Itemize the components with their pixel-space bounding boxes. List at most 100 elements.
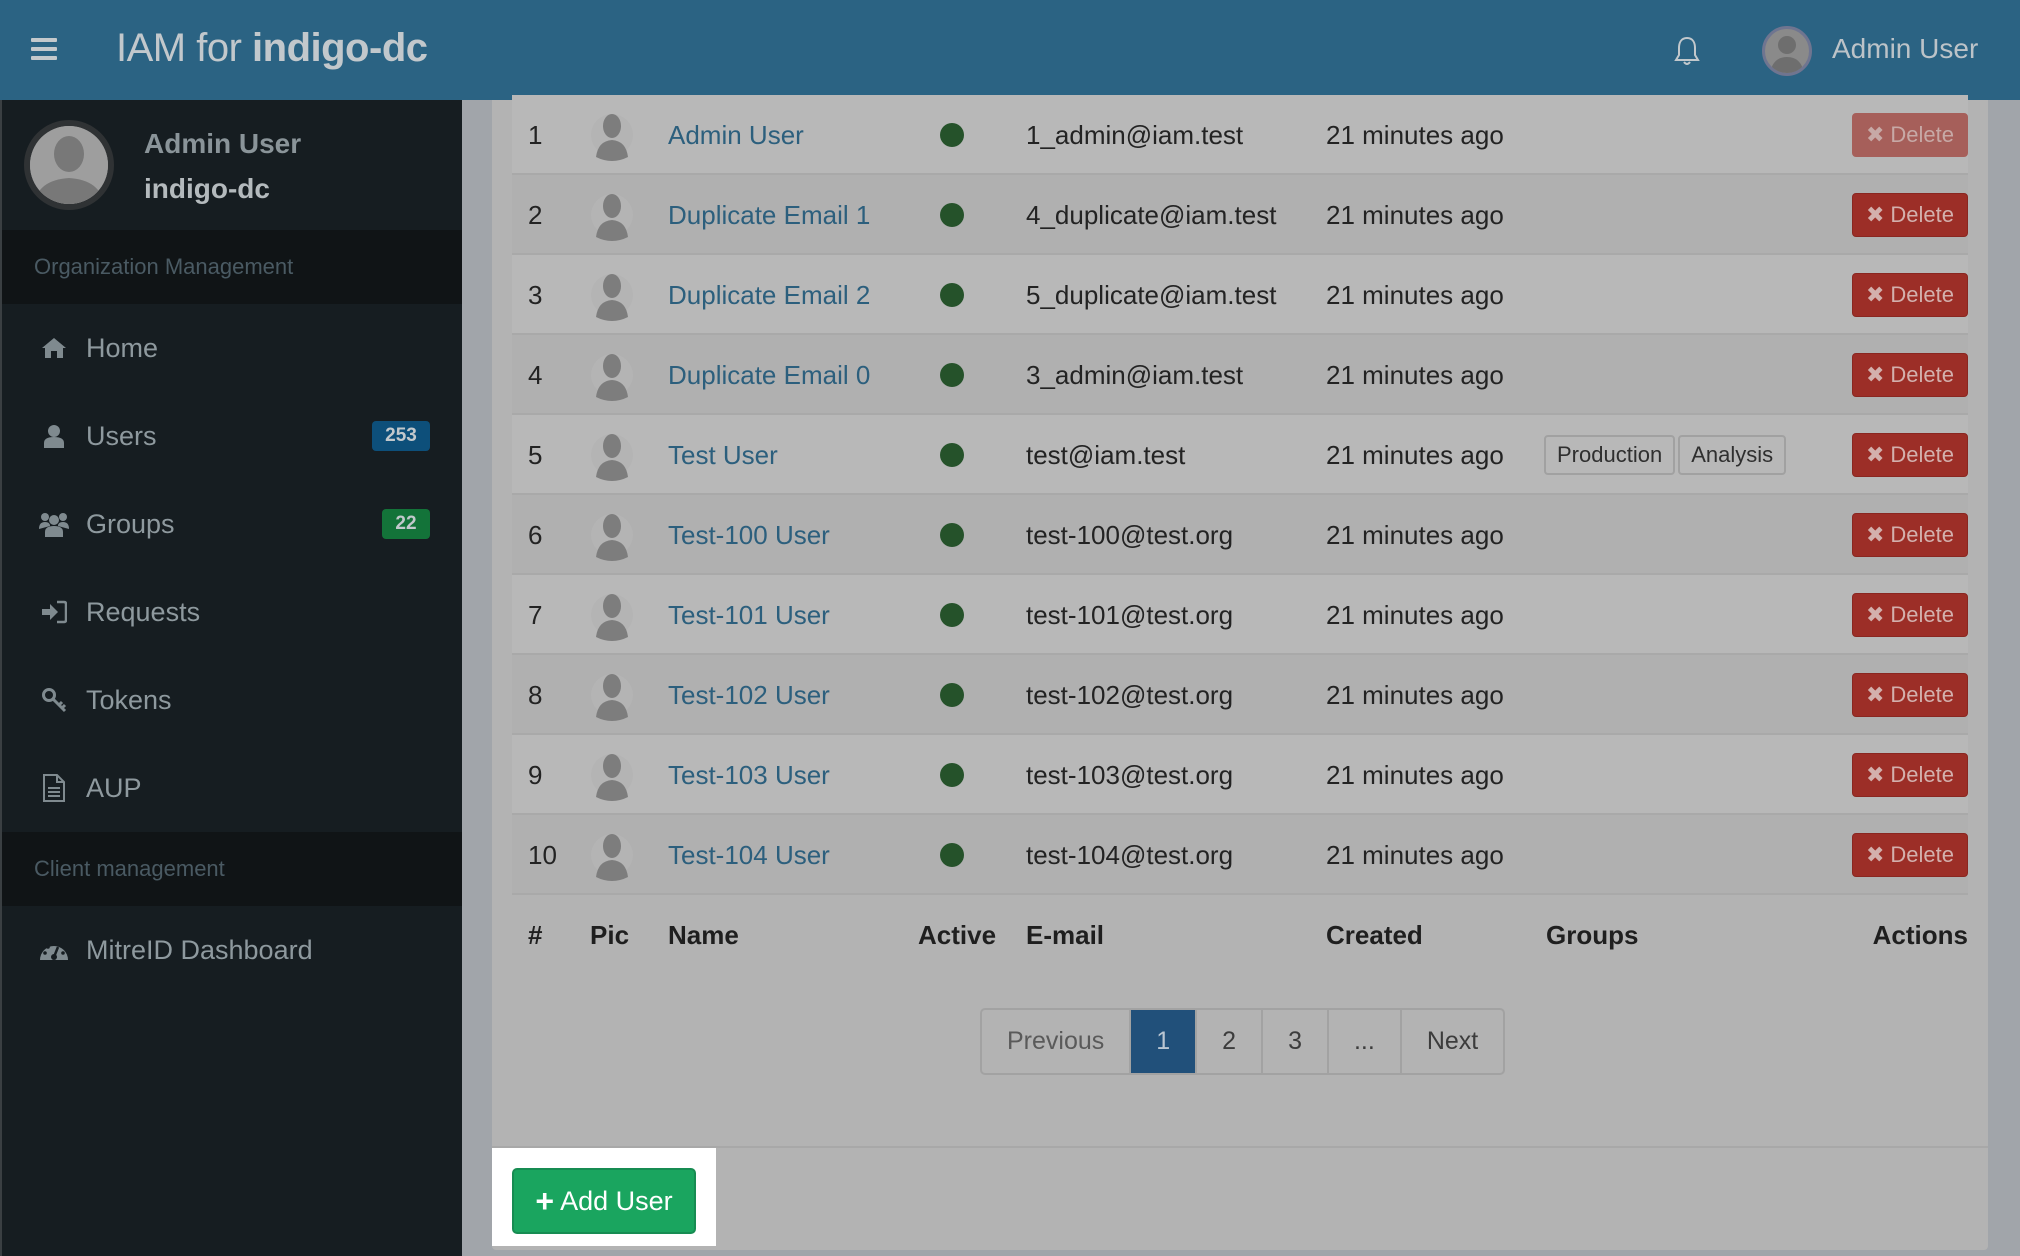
user-actions: ✖ Delete bbox=[1851, 735, 1968, 815]
table-row: 5 Test User test@iam.test 21 minutes ago Pro… bbox=[512, 415, 1968, 495]
active-status-dot-icon bbox=[940, 683, 964, 707]
delete-label: Delete bbox=[1890, 282, 1954, 307]
close-icon: ✖ bbox=[1865, 602, 1885, 627]
column-header-email[interactable]: E-mail bbox=[1026, 895, 1104, 975]
sidebar-item-tokens[interactable]: Tokens bbox=[2, 656, 462, 744]
top-navbar: IAM for indigo-dc Admin User bbox=[0, 0, 2020, 100]
close-icon: ✖ bbox=[1865, 362, 1885, 387]
user-picture bbox=[590, 95, 634, 175]
delete-label: Delete bbox=[1890, 362, 1954, 387]
sidebar-organization: indigo-dc bbox=[144, 173, 270, 204]
group-label[interactable]: Production bbox=[1544, 435, 1676, 475]
table-row: 10 Test-104 User test-104@test.org 21 minut… bbox=[512, 815, 1968, 895]
sidebar-item-aup[interactable]: AUP bbox=[2, 744, 462, 832]
active-status-dot-icon bbox=[940, 283, 964, 307]
pagination-page-1[interactable]: 1 bbox=[1131, 1010, 1198, 1073]
user-actions: ✖ Delete bbox=[1851, 255, 1968, 335]
close-icon: ✖ bbox=[1865, 842, 1885, 867]
user-actions: ✖ Delete bbox=[1851, 415, 1968, 495]
user-picture bbox=[590, 175, 634, 255]
delete-user-button[interactable]: ✖ Delete bbox=[1851, 193, 1968, 237]
user-name-link[interactable]: Test-102 User bbox=[668, 655, 830, 735]
user-email: 5_duplicate@iam.test bbox=[1026, 279, 1277, 310]
user-picture bbox=[590, 335, 634, 415]
delete-user-button[interactable]: ✖ Delete bbox=[1851, 833, 1968, 877]
user-name-link[interactable]: Test-104 User bbox=[668, 815, 830, 895]
avatar bbox=[24, 120, 114, 210]
user-name-link[interactable]: Admin User bbox=[668, 95, 804, 175]
delete-label: Delete bbox=[1890, 842, 1954, 867]
delete-user-button[interactable]: ✖ Delete bbox=[1851, 673, 1968, 717]
groups-count-badge: 22 bbox=[382, 509, 430, 539]
user-created: 21 minutes ago bbox=[1326, 279, 1504, 310]
user-email: 4_duplicate@iam.test bbox=[1026, 199, 1277, 230]
close-icon: ✖ bbox=[1865, 522, 1885, 547]
active-status bbox=[940, 335, 964, 415]
pagination-page-2[interactable]: 2 bbox=[1197, 1010, 1264, 1073]
key-icon bbox=[39, 685, 69, 715]
delete-user-button[interactable]: ✖ Delete bbox=[1851, 593, 1968, 637]
row-number: 8 bbox=[528, 679, 543, 710]
sidebar-item-label: MitreID Dashboard bbox=[86, 934, 313, 965]
user-name-link[interactable]: Test-100 User bbox=[668, 495, 830, 575]
close-icon: ✖ bbox=[1865, 202, 1885, 227]
pagination-next[interactable]: Next bbox=[1402, 1010, 1503, 1073]
delete-user-button[interactable]: ✖ Delete bbox=[1851, 753, 1968, 797]
user-name-link[interactable]: Duplicate Email 1 bbox=[668, 175, 870, 255]
sidebar-item-label: Groups bbox=[86, 508, 175, 539]
delete-user-button[interactable]: ✖ Delete bbox=[1851, 353, 1968, 397]
user-created: 21 minutes ago bbox=[1326, 439, 1504, 470]
active-status-dot-icon bbox=[940, 523, 964, 547]
delete-user-button[interactable]: ✖ Delete bbox=[1851, 273, 1968, 317]
pagination-previous[interactable]: Previous bbox=[982, 1010, 1132, 1073]
user-name-link[interactable]: Duplicate Email 0 bbox=[668, 335, 870, 415]
column-header-active[interactable]: Active bbox=[918, 895, 996, 975]
user-picture bbox=[590, 575, 634, 655]
active-status-dot-icon bbox=[940, 363, 964, 387]
sidebar-item-users[interactable]: Users 253 bbox=[2, 392, 462, 480]
user-picture bbox=[590, 255, 634, 335]
active-status-dot-icon bbox=[940, 123, 964, 147]
hamburger-icon[interactable] bbox=[31, 38, 57, 60]
section-client-management: Client management bbox=[2, 832, 462, 906]
sidebar-item-requests[interactable]: Requests bbox=[2, 568, 462, 656]
user-actions: ✖ Delete bbox=[1851, 815, 1968, 895]
user-name-link[interactable]: Test-101 User bbox=[668, 575, 830, 655]
sidebar-item-mitreid-dashboard[interactable]: MitreID Dashboard bbox=[2, 906, 462, 994]
user-actions: ✖ Delete bbox=[1851, 495, 1968, 575]
row-number: 6 bbox=[528, 519, 543, 550]
user-groups: Production Analysis bbox=[1544, 415, 1787, 495]
active-status bbox=[940, 415, 964, 495]
sidebar-item-label: Requests bbox=[86, 596, 201, 627]
bell-icon[interactable] bbox=[1672, 35, 1702, 67]
active-status bbox=[940, 255, 964, 335]
user-name-link[interactable]: Duplicate Email 2 bbox=[668, 255, 870, 335]
user-email: test@iam.test bbox=[1026, 439, 1186, 470]
column-header-name[interactable]: Name bbox=[668, 895, 739, 975]
delete-user-button[interactable]: ✖ Delete bbox=[1851, 513, 1968, 557]
delete-label: Delete bbox=[1890, 202, 1954, 227]
active-status-dot-icon bbox=[940, 843, 964, 867]
active-status bbox=[940, 495, 964, 575]
add-user-button[interactable]: + Add User bbox=[512, 1168, 696, 1234]
sidebar-user-panel: Admin User indigo-dc bbox=[2, 100, 462, 230]
user-menu[interactable]: Admin User bbox=[1832, 33, 1978, 65]
brand-logo[interactable]: IAM for indigo-dc bbox=[116, 26, 428, 71]
user-picture bbox=[590, 495, 634, 575]
column-header-created[interactable]: Created bbox=[1326, 895, 1423, 975]
users-table: 1 Admin User 1_admin@iam.test 21 minutes ag… bbox=[512, 95, 1968, 975]
pagination-page-3[interactable]: 3 bbox=[1263, 1010, 1329, 1073]
users-table-body: 1 Admin User 1_admin@iam.test 21 minutes ag… bbox=[512, 95, 1968, 895]
user-name-link[interactable]: Test User bbox=[668, 415, 778, 495]
group-label[interactable]: Analysis bbox=[1678, 435, 1787, 475]
plus-icon: + bbox=[535, 1182, 555, 1219]
sidebar-item-home[interactable]: Home bbox=[2, 304, 462, 392]
delete-label: Delete bbox=[1890, 442, 1954, 467]
sidebar-item-groups[interactable]: Groups 22 bbox=[2, 480, 462, 568]
close-icon: ✖ bbox=[1865, 122, 1885, 147]
delete-user-button[interactable]: ✖ Delete bbox=[1851, 433, 1968, 477]
column-header-actions: Actions bbox=[1872, 919, 1968, 950]
user-actions: ✖ Delete bbox=[1851, 655, 1968, 735]
user-name-link[interactable]: Test-103 User bbox=[668, 735, 830, 815]
user-avatar[interactable] bbox=[1762, 26, 1812, 76]
